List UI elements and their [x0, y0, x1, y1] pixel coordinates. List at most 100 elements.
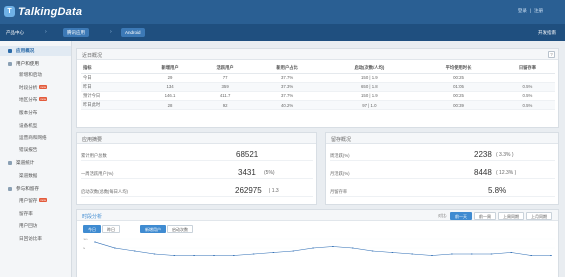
- table-cell: 97 | 1.0: [321, 100, 418, 111]
- sidebar-item[interactable]: 渠道统计: [0, 158, 71, 168]
- sidebar-item[interactable]: 留存率: [0, 209, 71, 219]
- table-cell: 37.7%: [252, 73, 322, 83]
- column-header: 启动(次数/人均): [321, 63, 418, 74]
- retention-panel: 留存概况 周活跃(%) 2238 ( 3.3% ) 月活跃(%) 8448 ( …: [325, 132, 559, 205]
- sidebar-item[interactable]: 新增和启动: [0, 70, 71, 80]
- retention-row: 月活跃(%) 8448 ( 12.3% ): [330, 167, 555, 179]
- menu-group-icon: [8, 161, 12, 165]
- column-header: 新增用户: [142, 63, 198, 74]
- data-point[interactable]: [470, 253, 473, 255]
- overview-header: 近日概况 ?: [77, 49, 558, 60]
- table-row: 预计今日 146.1 411.7 37.7% 150 | 1.9 00:25 0.5%: [81, 91, 555, 102]
- data-point[interactable]: [332, 246, 334, 247]
- overview-title: 近日概况: [82, 53, 103, 59]
- table-cell: 359: [197, 82, 253, 92]
- table-row: 昨日 134 359 37.3% 650 | 1.8 01:05 0.5%: [81, 82, 555, 92]
- tab-new-users[interactable]: 新增用户: [140, 225, 166, 233]
- table-cell: 0.5%: [499, 82, 555, 92]
- data-point[interactable]: [490, 253, 493, 255]
- data-point[interactable]: [550, 255, 552, 256]
- breadcrumb-app[interactable]: 腾讯应用: [63, 28, 89, 37]
- day-tabs: 今日 昨日: [83, 225, 121, 233]
- sidebar-item-label: 新增和启动: [19, 72, 42, 77]
- summary-value: 262975: [235, 186, 262, 195]
- talkingdata-logo[interactable]: T TalkingData: [4, 3, 82, 20]
- table-cell: 今日: [81, 73, 143, 83]
- compare-prev-week-button[interactable]: 前一周: [474, 212, 496, 220]
- table-cell: 0.5%: [499, 100, 555, 111]
- app-summary-panel: 应用摘要 累计用户总数 68521 一周活跃用户(%) 3431 (5%) 启动…: [76, 132, 317, 205]
- data-point[interactable]: [371, 250, 374, 252]
- developer-guide-link[interactable]: 开发指南: [538, 28, 556, 37]
- sidebar-item[interactable]: 版本分布: [0, 108, 71, 118]
- sidebar-item-label: 渠道统计: [16, 160, 35, 165]
- app-summary-title: 应用摘要: [82, 137, 103, 143]
- data-point[interactable]: [252, 253, 255, 255]
- data-point[interactable]: [431, 255, 433, 256]
- sidebar-item[interactable]: 设备机型: [0, 121, 71, 131]
- register-link[interactable]: 注册: [534, 8, 543, 14]
- data-point[interactable]: [113, 247, 116, 249]
- table-cell: 昨日此时: [81, 100, 143, 111]
- table-cell: 411.7: [197, 91, 253, 102]
- table-cell: 昨日: [81, 82, 143, 92]
- sidebar-item[interactable]: 运营商和网络: [0, 133, 71, 143]
- compare-last-month-same-button[interactable]: 上月同期: [526, 212, 552, 220]
- data-point[interactable]: [94, 241, 96, 243]
- sidebar-item-label: 参与和留存: [16, 186, 39, 191]
- compare-last-week-same-button[interactable]: 上周同期: [498, 212, 524, 220]
- sidebar-item[interactable]: 渠道数据: [0, 171, 71, 181]
- sidebar-item[interactable]: 应用概况: [0, 46, 71, 56]
- sidebar-item[interactable]: 用户回访: [0, 221, 71, 231]
- new-badge: new: [39, 97, 47, 101]
- table-cell: 0.5%: [499, 91, 555, 102]
- sidebar-item[interactable]: 时段分析 new: [0, 83, 71, 93]
- data-point[interactable]: [173, 255, 176, 256]
- breadcrumb-products[interactable]: 产品中心: [6, 28, 24, 37]
- tab-yesterday[interactable]: 昨日: [102, 225, 120, 233]
- compare-prev-day-button[interactable]: 前一天: [450, 212, 472, 220]
- breadcrumb-bar: 产品中心 › 腾讯应用 › Android 开发指南: [0, 24, 565, 41]
- data-point[interactable]: [153, 253, 156, 255]
- sidebar-item-label: 用户和使用: [16, 61, 39, 66]
- data-point[interactable]: [530, 255, 533, 256]
- breadcrumb-platform[interactable]: Android: [121, 28, 145, 37]
- sidebar-item[interactable]: 日回访比率: [0, 234, 71, 244]
- sidebar-item[interactable]: 地区分布 new: [0, 95, 71, 105]
- data-point[interactable]: [133, 250, 136, 252]
- data-point[interactable]: [232, 255, 235, 256]
- app-summary-header: 应用摘要: [77, 133, 316, 144]
- sidebar-item[interactable]: 错误报告: [0, 145, 71, 155]
- summary-row: 累计用户总数 68521: [81, 149, 313, 161]
- data-point[interactable]: [272, 252, 275, 253]
- retention-value: 2238: [474, 150, 492, 159]
- data-point[interactable]: [292, 250, 295, 252]
- data-point[interactable]: [391, 252, 394, 253]
- data-point[interactable]: [193, 255, 195, 256]
- tab-today[interactable]: 今日: [83, 225, 101, 233]
- data-point[interactable]: [510, 252, 513, 253]
- help-icon[interactable]: ?: [548, 51, 555, 58]
- table-cell: 92: [197, 100, 253, 111]
- sidebar-item-label: 用户回访: [19, 223, 38, 228]
- sidebar-item[interactable]: 用户和使用: [0, 59, 71, 69]
- tab-launches[interactable]: 启动次数: [167, 225, 193, 233]
- data-point[interactable]: [312, 247, 314, 249]
- summary-row: 一周活跃用户(%) 3431 (5%): [81, 167, 313, 179]
- table-cell: 37.3%: [252, 82, 322, 92]
- menu-group-icon: [8, 187, 12, 191]
- logo-text: TalkingData: [18, 5, 83, 18]
- compare-toolbar: 对比: 前一天 前一周 上周同期 上月同期: [438, 212, 552, 220]
- table-row: 今日 29 77 37.7% 150 | 1.9 00:25: [81, 73, 555, 83]
- metric-tabs: 新增用户 启动次数: [140, 225, 194, 233]
- sidebar-item[interactable]: 参与和留存: [0, 184, 71, 194]
- menu-group-icon: [8, 62, 12, 66]
- retention-value: 5.8%: [488, 186, 507, 195]
- column-header: 活跃用户: [197, 63, 253, 74]
- data-point[interactable]: [411, 253, 414, 255]
- data-point[interactable]: [213, 255, 215, 256]
- data-point[interactable]: [351, 247, 354, 249]
- sidebar-item[interactable]: 用户留存 new: [0, 196, 71, 206]
- data-point[interactable]: [451, 253, 453, 255]
- login-link[interactable]: 登录: [518, 8, 527, 14]
